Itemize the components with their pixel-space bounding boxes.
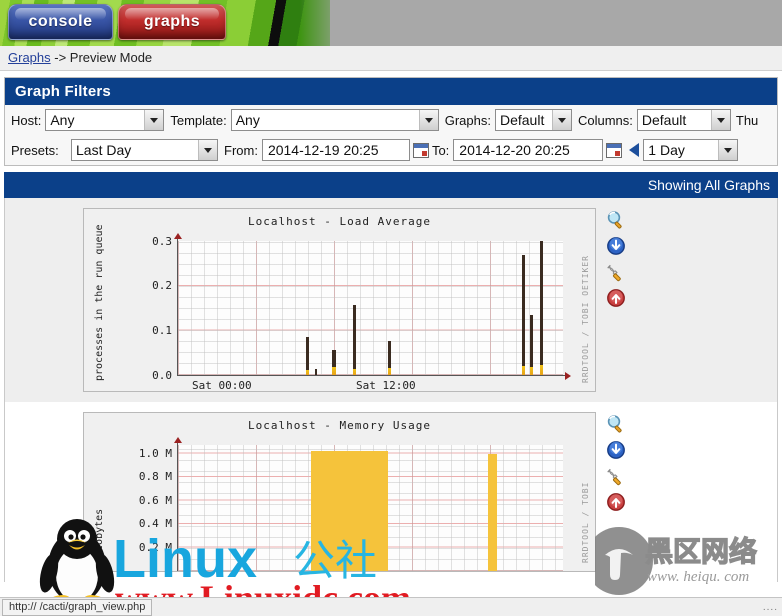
host-select-value: Any (50, 112, 75, 128)
graph-y-axis (177, 443, 178, 571)
graphs-select[interactable]: Default (494, 109, 572, 131)
rrdtool-watermark: RRDTOOL / TOBI (581, 481, 590, 563)
columns-select-value: Default (641, 112, 687, 128)
graph-properties-icon[interactable] (606, 262, 626, 282)
graph-page-top-icon[interactable] (606, 492, 626, 512)
graph-y-axis-label: processes in the run queue (94, 224, 105, 381)
filter-row-time: Presets: Last Day From: 2014-12-19 20:25… (5, 135, 777, 165)
from-date-input[interactable]: 2014-12-19 20:25 (261, 139, 410, 161)
tab-console[interactable]: console (8, 4, 113, 40)
y-tick-label: 0.6 M (138, 494, 172, 507)
resize-grip-icon[interactable]: .... (763, 602, 778, 613)
tab-console-label: console (28, 13, 93, 30)
breadcrumb-current: Preview Mode (69, 50, 153, 65)
data-spike (332, 350, 336, 375)
presets-select-value: Last Day (76, 142, 132, 158)
graph-action-icons (606, 210, 626, 308)
to-date-input[interactable]: 2014-12-20 20:25 (453, 139, 604, 161)
graph-zoom-icon[interactable] (606, 210, 626, 230)
graph-filters-panel: Graph Filters Host: Any Template: Any Gr… (4, 77, 778, 166)
browser-status-bar: http:// /cacti/graph_view.php .... (0, 597, 782, 616)
y-tick-label: 0.2 M (138, 541, 172, 554)
app-banner: console graphs (0, 0, 782, 46)
left-arrow-icon[interactable] (629, 143, 640, 157)
breadcrumb-link-graphs[interactable]: Graphs (8, 50, 51, 65)
y-tick-label: 0.2 (152, 279, 172, 292)
template-label: Template: (170, 112, 227, 128)
y-tick-label: 0.0 (152, 369, 172, 382)
to-label: To: (431, 142, 450, 158)
cacti-graph-preview-screen: console graphs Graphs -> Preview Mode Gr… (0, 0, 782, 616)
x-axis-arrow-icon (565, 372, 571, 380)
graphs-label: Graphs: (444, 112, 491, 128)
graph-y-axis-label: Kilobytes (94, 508, 105, 563)
breadcrumb: Graphs -> Preview Mode (0, 46, 782, 71)
graph-row: Localhost - Load Average processes in th… (4, 198, 778, 402)
data-spike (388, 341, 391, 375)
data-spike (306, 337, 309, 375)
graph-zoom-icon[interactable] (606, 414, 626, 434)
graph-csv-export-icon[interactable] (606, 236, 626, 256)
columns-select[interactable]: Default (636, 109, 731, 131)
chevron-down-icon[interactable] (718, 140, 738, 160)
graph-properties-icon[interactable] (606, 466, 626, 486)
y-tick-label: 0.4 M (138, 517, 172, 530)
data-bar (488, 454, 497, 571)
graph-x-axis (177, 375, 565, 376)
range-select-value: 1 Day (648, 142, 685, 158)
y-tick-label: 0.3 (152, 235, 172, 248)
graph-load-average[interactable]: Localhost - Load Average processes in th… (83, 208, 596, 392)
data-spike (530, 315, 533, 375)
calendar-icon[interactable] (606, 142, 623, 158)
data-spike (540, 241, 543, 375)
graph-row: Localhost - Memory Usage Kilobytes RRDTO… (4, 402, 778, 582)
data-bar (311, 451, 388, 571)
chevron-down-icon[interactable] (144, 110, 164, 130)
graph-title: Localhost - Memory Usage (248, 419, 431, 432)
calendar-icon[interactable] (412, 142, 429, 158)
graph-memory-usage[interactable]: Localhost - Memory Usage Kilobytes RRDTO… (83, 412, 596, 572)
x-tick-label: Sat 12:00 (356, 379, 416, 392)
graph-csv-export-icon[interactable] (606, 440, 626, 460)
thumbnails-label: Thu (735, 112, 759, 128)
showing-all-graphs-bar: Showing All Graphs (4, 172, 778, 198)
presets-label: Presets: (11, 142, 59, 158)
rrdtool-watermark: RRDTOOL / TOBI OETIKER (581, 255, 590, 383)
chevron-down-icon[interactable] (551, 110, 571, 130)
filter-row-primary: Host: Any Template: Any Graphs: Default … (5, 105, 777, 135)
breadcrumb-separator: -> (50, 50, 70, 65)
template-select-value: Any (235, 112, 260, 128)
y-tick-label: 1.0 M (138, 447, 172, 460)
graph-filters-title: Graph Filters (5, 78, 777, 105)
chevron-down-icon[interactable] (710, 110, 730, 130)
graph-y-axis (177, 239, 178, 375)
tab-graphs-label: graphs (143, 13, 201, 30)
range-select[interactable]: 1 Day (643, 139, 739, 161)
graph-page-top-icon[interactable] (606, 288, 626, 308)
data-spike (353, 305, 356, 375)
graph-plot-area (178, 241, 563, 375)
graph-plot-area (178, 445, 563, 571)
y-tick-label: 0.1 (152, 324, 172, 337)
chevron-down-icon[interactable] (418, 110, 438, 130)
y-axis-arrow-icon (174, 437, 182, 443)
presets-select[interactable]: Last Day (71, 139, 218, 161)
status-bar-url: http:// /cacti/graph_view.php (2, 599, 153, 616)
graphs-select-value: Default (499, 112, 545, 128)
template-select[interactable]: Any (230, 109, 439, 131)
y-tick-label: 0.8 M (138, 470, 172, 483)
tab-graphs[interactable]: graphs (118, 4, 226, 40)
columns-label: Columns: (577, 112, 633, 128)
banner-fade-graphic (300, 0, 360, 46)
data-spike (522, 255, 525, 375)
graph-action-icons (606, 414, 626, 512)
graph-title: Localhost - Load Average (248, 215, 431, 228)
host-label: Host: (11, 112, 42, 128)
host-select[interactable]: Any (45, 109, 165, 131)
from-label: From: (224, 142, 258, 158)
y-axis-arrow-icon (174, 233, 182, 239)
chevron-down-icon[interactable] (198, 140, 217, 160)
x-tick-label: Sat 00:00 (192, 379, 252, 392)
